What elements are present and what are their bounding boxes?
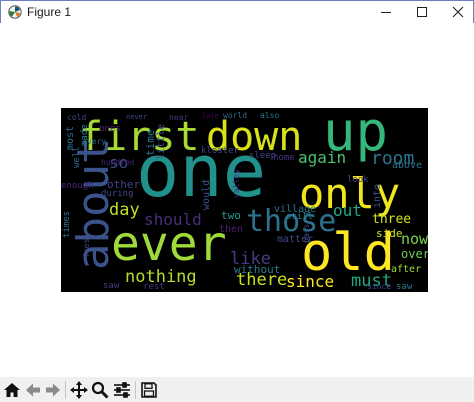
word-cloud-word: well bbox=[72, 146, 82, 168]
word-cloud-word: saw bbox=[103, 281, 120, 291]
zoom-button[interactable] bbox=[90, 380, 110, 400]
sliders-icon bbox=[114, 382, 130, 398]
word-cloud-word: kloster bbox=[201, 146, 240, 156]
word-cloud-word: over bbox=[401, 247, 428, 261]
word-cloud-word: two bbox=[221, 209, 241, 222]
word-cloud-word: hundred bbox=[101, 158, 135, 167]
word-cloud-word: since bbox=[367, 282, 391, 291]
minimize-button[interactable] bbox=[367, 1, 405, 23]
close-button[interactable] bbox=[439, 1, 474, 23]
word-cloud-image: first down up one about only ever old those room a… bbox=[61, 108, 428, 292]
move-icon bbox=[70, 381, 88, 399]
home-button[interactable] bbox=[2, 380, 22, 400]
word-cloud-word: cold bbox=[67, 113, 86, 122]
toolbar-separator bbox=[135, 381, 136, 399]
word-cloud-word: little bbox=[156, 124, 167, 160]
word-cloud-word: late bbox=[202, 112, 219, 120]
right-arrow-icon bbox=[46, 383, 60, 397]
word-cloud-word: should bbox=[144, 210, 202, 229]
word-cloud-word: then bbox=[219, 224, 243, 235]
word-cloud-word: above bbox=[392, 160, 422, 171]
word-cloud-word: valley bbox=[232, 169, 241, 198]
word-cloud-word: ones bbox=[99, 124, 121, 134]
word-cloud-word: pass bbox=[302, 224, 311, 243]
close-icon bbox=[452, 6, 464, 18]
left-arrow-icon bbox=[26, 383, 40, 397]
navigation-toolbar bbox=[0, 377, 474, 402]
forward-button[interactable] bbox=[43, 380, 63, 400]
word-cloud-word: look bbox=[347, 175, 369, 185]
magnifier-icon bbox=[91, 381, 109, 399]
save-button[interactable] bbox=[139, 380, 159, 400]
word-cloud-word: out bbox=[333, 201, 362, 220]
word-cloud-word: still bbox=[286, 212, 313, 222]
word-cloud-word: would bbox=[201, 180, 212, 210]
word-cloud-word: again bbox=[298, 148, 346, 167]
word-cloud-word: day bbox=[109, 200, 140, 220]
word-cloud-word: into bbox=[372, 184, 383, 208]
word-cloud-word: now bbox=[401, 230, 428, 248]
configure-subplots-button[interactable] bbox=[112, 380, 132, 400]
word-cloud-word: side bbox=[376, 227, 403, 240]
pan-button[interactable] bbox=[69, 380, 89, 400]
word-cloud-word: three bbox=[372, 212, 411, 227]
word-cloud-word: fresh bbox=[82, 234, 91, 258]
maximize-button[interactable] bbox=[403, 1, 441, 23]
word-cloud-word: home bbox=[273, 153, 295, 163]
word-cloud-word: near bbox=[169, 113, 188, 122]
title-bar[interactable]: Figure 1 bbox=[1, 1, 473, 23]
home-icon bbox=[4, 383, 20, 397]
word-cloud-word: also bbox=[260, 111, 279, 120]
toolbar-separator bbox=[65, 381, 66, 399]
matplotlib-icon bbox=[8, 5, 22, 19]
word-cloud-word: after bbox=[391, 264, 421, 275]
word-cloud-word: times bbox=[62, 211, 72, 238]
window-title: Figure 1 bbox=[27, 5, 72, 19]
back-button[interactable] bbox=[23, 380, 43, 400]
word-cloud-word: enough bbox=[61, 181, 94, 191]
word-cloud-word: world bbox=[223, 111, 247, 120]
word-cloud-word: since bbox=[286, 272, 334, 291]
word-cloud-word: during bbox=[101, 189, 134, 199]
word-cloud-word: every bbox=[82, 137, 106, 146]
word-cloud-word: rest bbox=[143, 282, 165, 292]
word-cloud-word: never bbox=[126, 113, 147, 121]
maximize-icon bbox=[417, 7, 427, 17]
word-cloud-word: saw bbox=[396, 282, 413, 292]
word-cloud-word: without bbox=[234, 263, 280, 276]
floppy-icon bbox=[141, 382, 157, 398]
